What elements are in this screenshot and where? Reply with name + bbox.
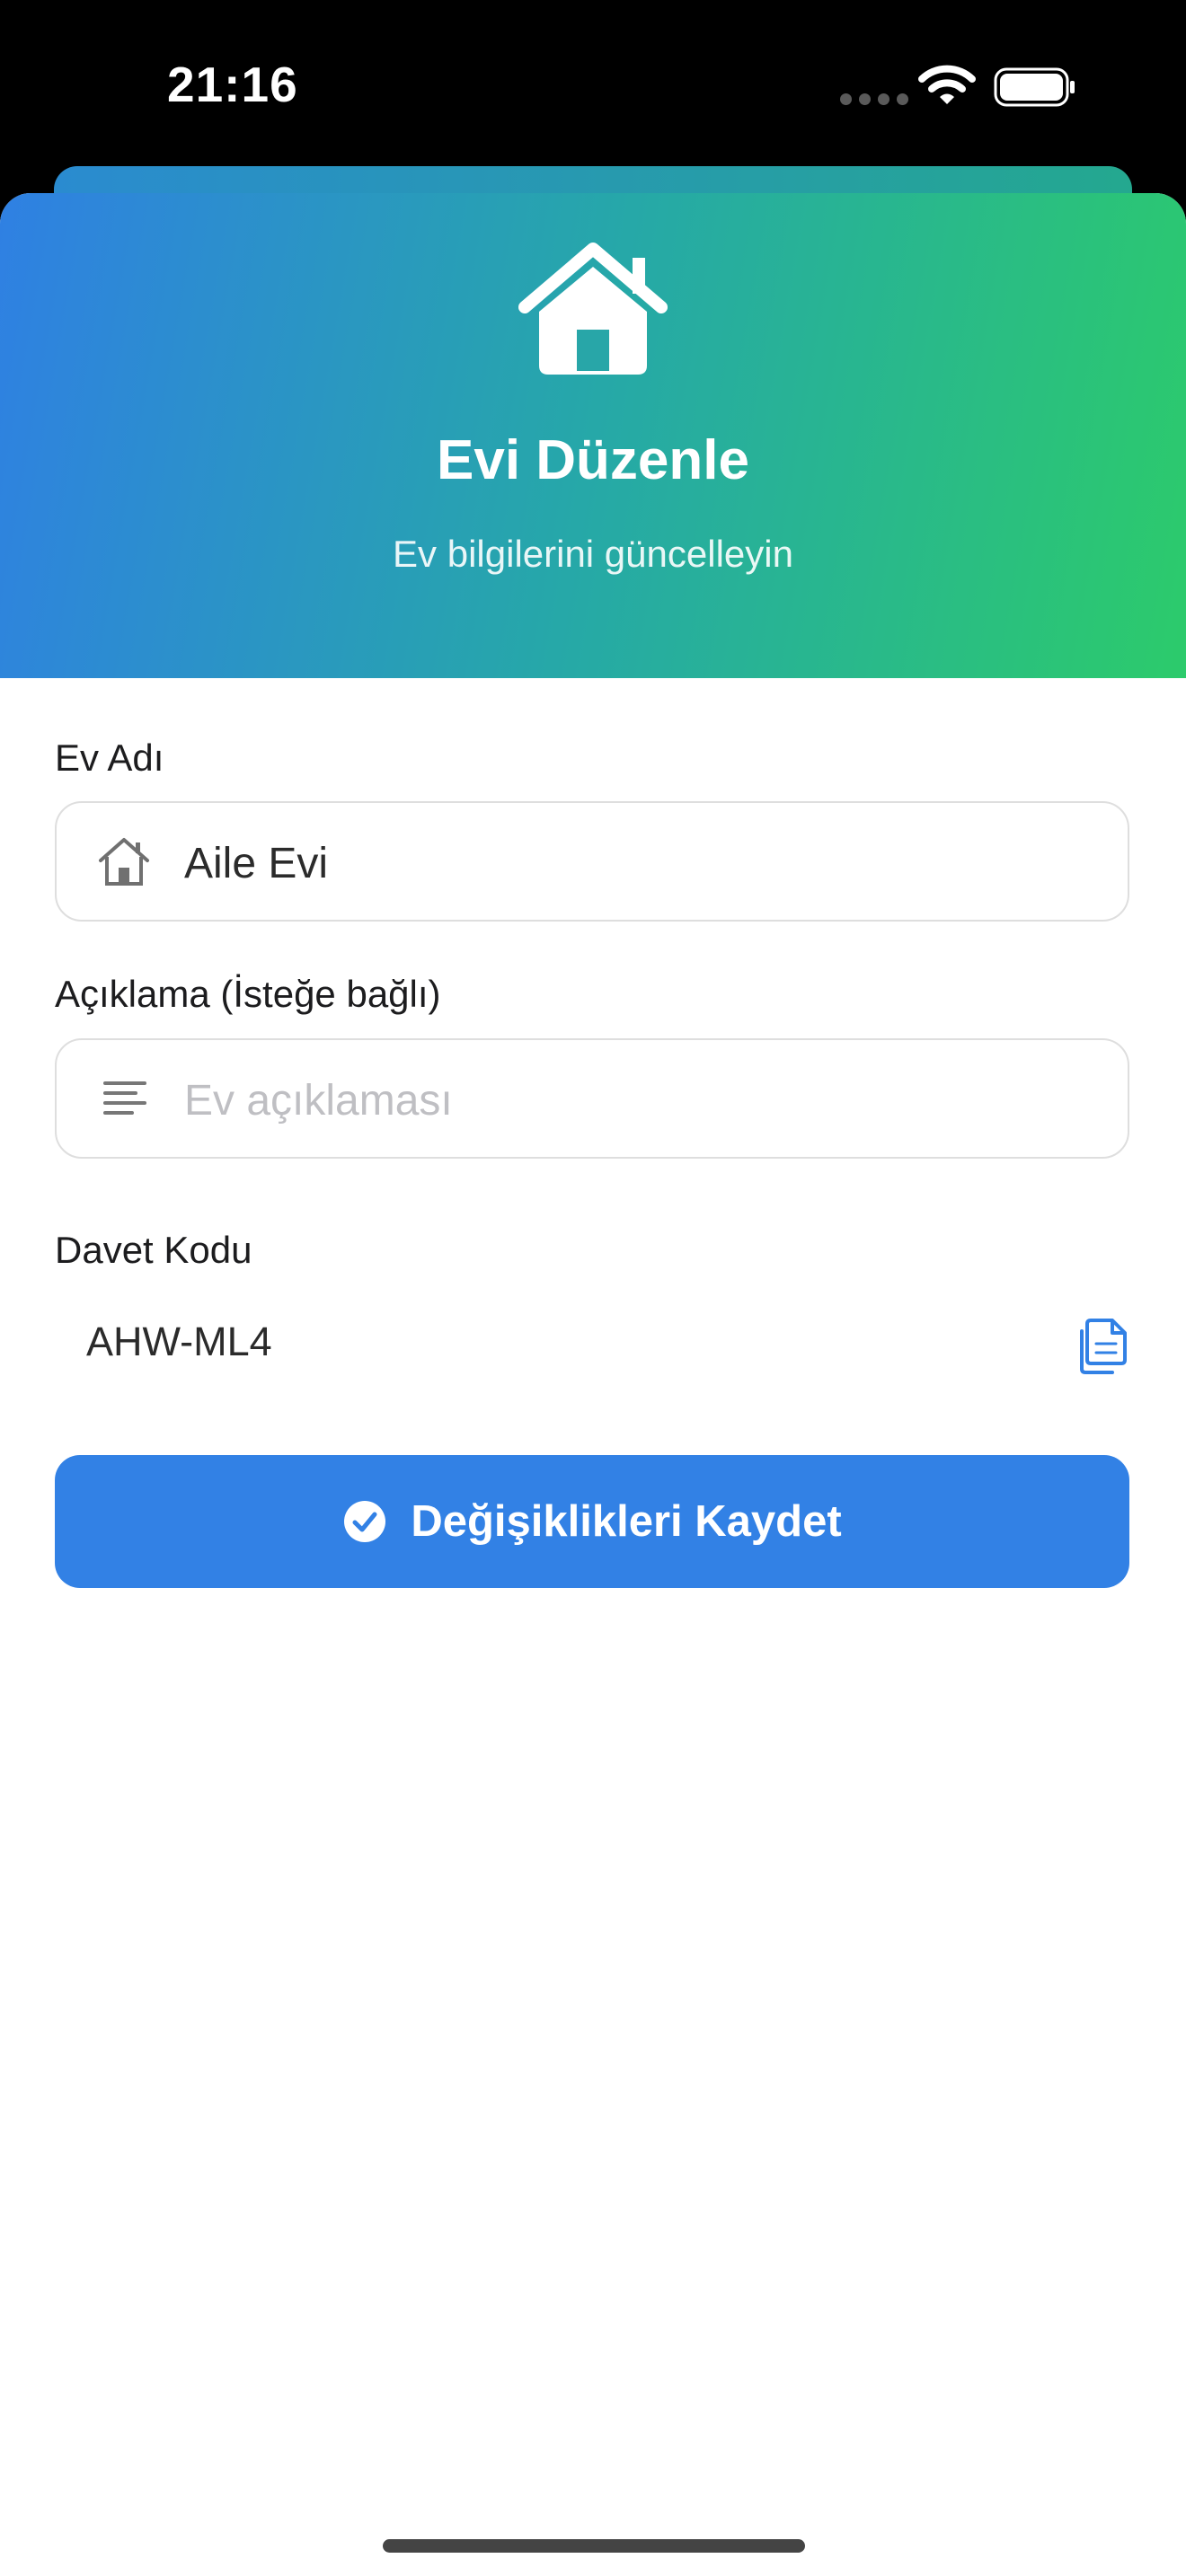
description-input[interactable]: [184, 1076, 1083, 1125]
house-icon: [99, 838, 149, 886]
home-name-label: Ev Adı: [55, 737, 164, 779]
copy-icon[interactable]: [1075, 1313, 1132, 1378]
wifi-icon: [918, 65, 976, 104]
description-field[interactable]: [55, 1038, 1129, 1159]
cellular-signal-icon: [840, 93, 908, 105]
description-label: Açıklama (İsteğe bağlı): [55, 973, 441, 1015]
battery-icon: [994, 67, 1075, 107]
status-bar: 21:16: [0, 0, 1186, 171]
text-lines-icon: [103, 1081, 146, 1115]
home-name-value: Aile Evi: [184, 840, 329, 887]
home-indicator[interactable]: [383, 2539, 805, 2553]
edit-home-sheet: Evi Düzenle Ev bilgilerini güncelleyin E…: [0, 193, 1186, 2576]
status-time: 21:16: [167, 57, 298, 112]
house-icon: [518, 243, 668, 375]
header-banner: Evi Düzenle Ev bilgilerini güncelleyin: [0, 193, 1186, 678]
page-title: Evi Düzenle: [437, 429, 749, 491]
page-subtitle: Ev bilgilerini güncelleyin: [393, 533, 793, 575]
invite-code-value: AHW-ML4: [86, 1319, 272, 1364]
save-changes-button[interactable]: Değişiklikleri Kaydet: [55, 1455, 1129, 1588]
invite-code-label: Davet Kodu: [55, 1229, 252, 1271]
checkmark-circle-icon: [344, 1501, 386, 1542]
home-name-field[interactable]: Aile Evi: [55, 801, 1129, 922]
save-changes-label: Değişiklikleri Kaydet: [411, 1497, 842, 1546]
